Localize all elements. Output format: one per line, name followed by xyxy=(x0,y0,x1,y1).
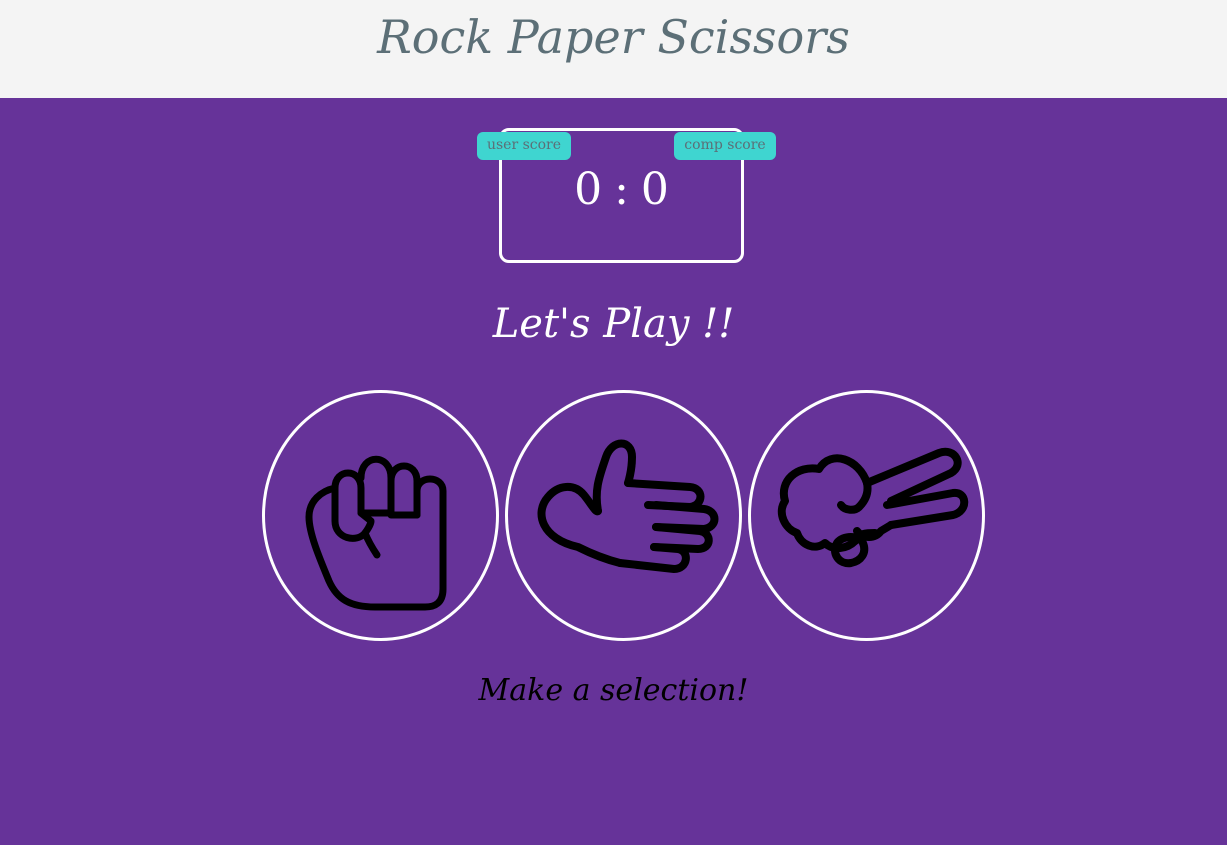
user-score: 0 xyxy=(574,164,603,215)
page-title: Rock Paper Scissors xyxy=(377,10,850,64)
score-display: 0:0 xyxy=(499,164,744,216)
action-message: Make a selection! xyxy=(478,673,749,708)
rock-button[interactable] xyxy=(262,390,499,641)
result-message: Let's Play !! xyxy=(492,301,735,347)
scissors-button[interactable] xyxy=(748,390,985,641)
user-score-label: user score xyxy=(477,132,571,160)
comp-score: 0 xyxy=(640,164,669,215)
paper-button[interactable] xyxy=(505,390,742,641)
score-separator: : xyxy=(614,164,629,215)
hand-open-icon xyxy=(537,439,719,573)
hand-fist-icon xyxy=(305,455,447,611)
hand-scissors-icon xyxy=(777,447,969,568)
comp-score-label: comp score xyxy=(674,132,776,160)
header: Rock Paper Scissors xyxy=(0,0,1227,98)
